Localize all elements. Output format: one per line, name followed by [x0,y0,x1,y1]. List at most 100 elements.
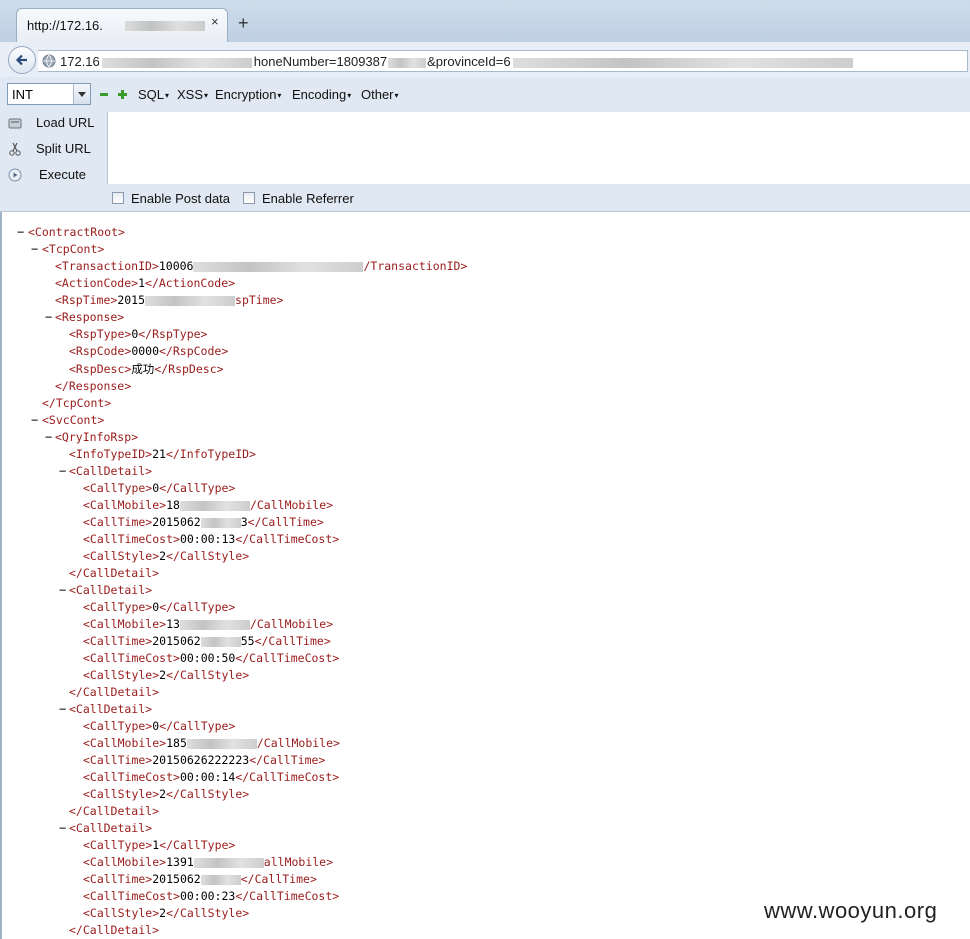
back-button[interactable] [8,46,36,74]
new-tab-button[interactable]: + [238,14,249,32]
xml-line-call-time-cost: <CallTimeCost>00:00:23</CallTimeCost> [83,889,340,903]
enable-referrer-checkbox[interactable] [243,192,255,204]
xml-line-call-time-cost: <CallTimeCost>00:00:14</CallTimeCost> [83,770,340,784]
redacted-url-part [512,57,853,68]
url-bar[interactable]: 172.16 honeNumber=1809387 &provinceId=6 [38,50,968,72]
collapse-toggle-icon[interactable]: − [59,582,66,598]
hackbar-toolbar: INT SQL▾ XSS▾ Encryption▾ Encoding▾ Othe… [0,77,970,112]
chevron-down-icon[interactable] [73,84,90,104]
close-tab-icon[interactable]: × [211,15,225,29]
collapse-toggle-icon[interactable]: − [59,463,66,479]
xml-line: </TcpCont> [42,396,112,410]
xml-line-call-time: <CallTime>2015062 </CallTime> [83,872,317,886]
execute-label: Execute [39,167,86,182]
dropdown-arrow-icon: ▾ [204,91,209,100]
xml-line-rsp-time: <RspTime>2015 spTime> [55,293,284,307]
xml-line-call-mobile: <CallMobile>185/CallMobile> [83,736,340,750]
collapse-toggle-icon[interactable]: − [45,309,52,325]
redacted-value [179,500,250,511]
xml-line-call-style: <CallStyle>2</CallStyle> [83,549,250,563]
dropdown-arrow-icon: ▾ [277,91,282,100]
menu-other[interactable]: Other▾ [361,87,399,102]
xml-line-call-type: <CallType>0</CallType> [83,600,236,614]
redacted-value [145,295,236,306]
enable-referrer-label: Enable Referrer [262,191,354,206]
xml-line-call-style: <CallStyle>2</CallStyle> [83,668,250,682]
menu-encoding[interactable]: Encoding▾ [292,87,351,102]
xml-line-rsp-code: <RspCode>0000</RspCode> [69,344,229,358]
xml-line: <ContractRoot> [28,225,125,239]
collapse-toggle-icon[interactable]: − [31,241,38,257]
xml-line-call-mobile: <CallMobile>18/CallMobile> [83,498,334,512]
load-url-icon [8,118,22,129]
redacted-value [200,636,241,647]
redacted-value [200,517,241,528]
menu-xss[interactable]: XSS▾ [177,87,208,102]
xml-viewer: − <ContractRoot> − <TcpCont> <Transactio… [0,212,970,939]
xml-line-call-style: <CallStyle>2</CallStyle> [83,906,250,920]
url-text[interactable]: 172.16 honeNumber=1809387 &provinceId=6 [60,54,853,69]
watermark: www.wooyun.org [764,898,938,923]
xml-line-rsp-type: <RspType>0</RspType> [69,327,208,341]
redacted-value [200,874,241,885]
url-middle: honeNumber=1809387 [253,54,388,69]
xml-line-call-time-cost: <CallTimeCost>00:00:50</CallTimeCost> [83,651,340,665]
xml-line-call-detail-open: <CallDetail> [69,464,153,478]
plus-icon[interactable] [118,90,127,99]
url-suffix: &provinceId=6 [427,54,511,69]
xml-line-call-time: <CallTime>2015062 3</CallTime> [83,515,324,529]
int-select[interactable]: INT [7,83,91,105]
scissors-icon [9,142,21,156]
xml-line-call-time: <CallTime>20150626222223</CallTime> [83,753,326,767]
redacted-url-part [388,57,427,68]
url-prefix: 172.16 [60,54,100,69]
xml-line-action-code: <ActionCode>1</ActionCode> [55,276,236,290]
browser-tab[interactable]: http://172.16. × [16,8,228,43]
xml-line-call-time-cost: <CallTimeCost>00:00:13</CallTimeCost> [83,532,340,546]
xml-line: </Response> [55,379,132,393]
navigation-bar: 172.16 honeNumber=1809387 &provinceId=6 [0,42,970,78]
xml-line-transaction-id: <TransactionID>10006/TransactionID> [55,259,468,273]
xml-line-info-type-id: <InfoTypeID>21</InfoTypeID> [69,447,256,461]
play-icon [8,168,22,182]
collapse-toggle-icon[interactable]: − [31,412,38,428]
xml-line: <TcpCont> [42,242,105,256]
hackbar-body: Load URL Split URL Execute [0,112,970,184]
dropdown-arrow-icon: ▾ [347,91,352,100]
xml-line-call-detail-open: <CallDetail> [69,702,153,716]
redacted-value [186,738,257,749]
xml-line-call-style: <CallStyle>2</CallStyle> [83,787,250,801]
url-textarea[interactable] [107,112,970,184]
xml-line-call-type: <CallType>1</CallType> [83,838,236,852]
xml-line: <QryInfoRsp> [55,430,139,444]
load-url-label: Load URL [36,115,95,130]
split-url-button[interactable]: Split URL [0,138,100,162]
tab-title: http://172.16. [27,18,103,33]
collapse-toggle-icon[interactable]: − [59,701,66,717]
redacted-value [193,261,364,272]
xml-line-call-detail-close: </CallDetail> [69,566,160,580]
menu-encryption[interactable]: Encryption▾ [215,87,281,102]
collapse-toggle-icon[interactable]: − [45,429,52,445]
redacted-value [193,857,264,868]
minus-icon[interactable] [100,93,108,96]
load-url-button[interactable]: Load URL [0,112,100,136]
tab-bar: http://172.16. × + [0,0,970,43]
back-arrow-icon [15,54,27,66]
hackbar-options: Enable Post data Enable Referrer [0,184,970,212]
xml-line: <Response> [55,310,125,324]
xml-line-call-time: <CallTime>2015062 55</CallTime> [83,634,331,648]
xml-line-call-type: <CallType>0</CallType> [83,481,236,495]
xml-line-rsp-desc: <RspDesc>成功</RspDesc> [69,362,224,376]
dropdown-arrow-icon: ▾ [394,91,399,100]
xml-line: <SvcCont> [42,413,105,427]
collapse-toggle-icon[interactable]: − [17,224,24,240]
collapse-toggle-icon[interactable]: − [59,820,66,836]
redacted-url-part [101,57,252,68]
redacted-value [179,619,250,630]
menu-sql[interactable]: SQL▾ [138,87,169,102]
xml-line-call-type: <CallType>0</CallType> [83,719,236,733]
enable-post-checkbox[interactable] [112,192,124,204]
split-url-label: Split URL [36,141,91,156]
xml-line-call-mobile: <CallMobile>1391 allMobile> [83,855,334,869]
